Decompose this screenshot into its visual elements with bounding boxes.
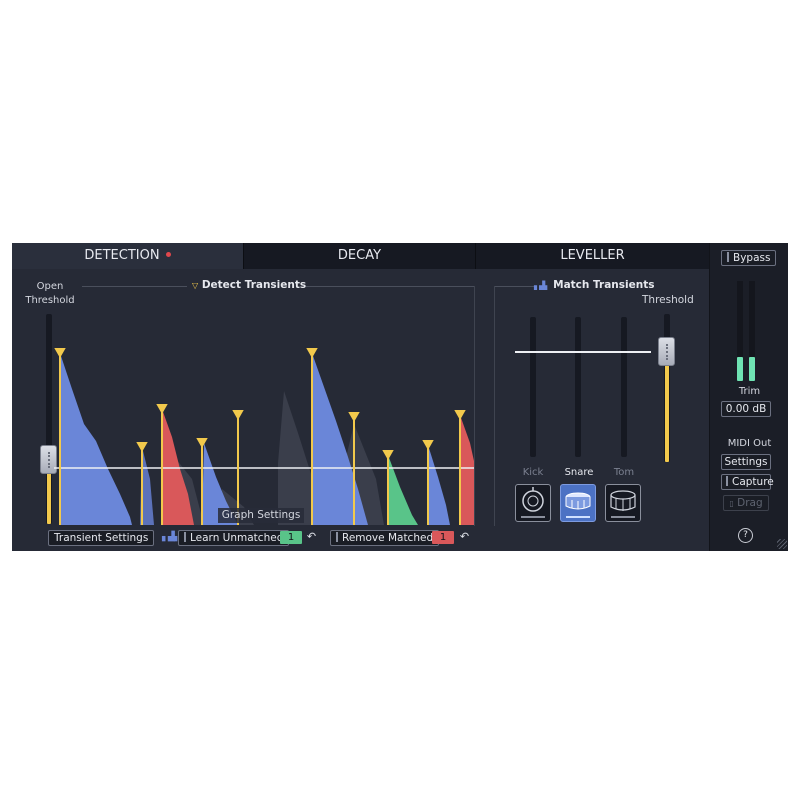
match-threshold-label: Threshold (642, 294, 694, 306)
transient-marker-icon (136, 442, 148, 453)
waveform-red-1 (162, 409, 194, 525)
tom-label: Tom (613, 467, 635, 478)
toggle-indicator-icon (184, 532, 186, 542)
open-threshold-label-line2: Threshold (25, 295, 75, 306)
transient-marker-icon (232, 410, 244, 421)
toggle-indicator-icon (336, 532, 338, 542)
plugin-window: DETECTION DECAY LEVELLER Open Threshold … (12, 243, 788, 551)
detection-panel: Open Threshold ▽ Detect Transients Graph… (12, 269, 709, 551)
transient-marker-icon (156, 404, 168, 415)
tom-match-meter (621, 317, 627, 457)
midi-out-label: MIDI Out (727, 438, 772, 449)
learn-undo-icon[interactable]: ↶ (305, 531, 318, 544)
learn-unmatched-count[interactable]: 1 (280, 531, 302, 544)
drag-button[interactable]: ▯ Drag (723, 495, 769, 511)
learn-unmatched-button[interactable]: Learn Unmatched (178, 530, 290, 546)
midi-settings-button[interactable]: Settings (721, 454, 771, 470)
transient-marker-icon (306, 348, 318, 359)
tom-button[interactable] (605, 484, 641, 522)
waveform-blue-1 (60, 353, 132, 525)
drag-label: Drag (737, 497, 763, 509)
tab-leveller[interactable]: LEVELLER (475, 243, 709, 269)
transient-marker-icon (54, 348, 66, 359)
remove-matched-label: Remove Matched (342, 532, 434, 544)
tab-bar: DETECTION DECAY LEVELLER (12, 243, 709, 269)
match-divider-left (494, 286, 534, 287)
snare-button[interactable] (560, 484, 596, 522)
trim-value-field[interactable]: 0.00 dB (721, 401, 771, 417)
tom-base-bar (611, 516, 635, 518)
learn-unmatched-label: Learn Unmatched (190, 532, 284, 544)
match-threshold-line[interactable] (515, 351, 651, 353)
detect-transients-label: Detect Transients (201, 279, 307, 291)
match-threshold-level-bar (665, 359, 669, 462)
remove-matched-count[interactable]: 1 (432, 531, 454, 544)
open-threshold-label-line1: Open (36, 281, 64, 292)
detect-divider-vertical (474, 286, 475, 526)
kick-base-bar (521, 516, 545, 518)
detect-divider-right (304, 286, 474, 287)
transient-marker-icon (382, 450, 394, 461)
match-divider-vertical (494, 286, 495, 526)
snare-match-meter (575, 317, 581, 457)
kick-label: Kick (522, 467, 544, 478)
transient-marker-icon: ▽ (192, 281, 199, 290)
tab-detection-label: DETECTION (84, 248, 160, 263)
remove-matched-button[interactable]: Remove Matched (330, 530, 440, 546)
snare-base-bar (566, 516, 590, 518)
tom-drum-icon (610, 490, 636, 511)
toggle-indicator-icon (727, 252, 729, 262)
waveform-green-1 (388, 455, 418, 525)
transient-marker-icon (422, 440, 434, 451)
snare-drum-icon (565, 492, 591, 510)
transient-marker-icon (196, 438, 208, 449)
transient-marker-icon (454, 410, 466, 421)
match-threshold-handle[interactable] (658, 337, 675, 366)
snare-label: Snare (564, 467, 594, 478)
resize-grip-icon[interactable] (777, 539, 787, 549)
kick-button[interactable] (515, 484, 551, 522)
output-meter-left-level (737, 357, 743, 381)
detect-divider-left (82, 286, 187, 287)
output-panel: Bypass Trim 0.00 dB MIDI Out Settings Ca… (709, 243, 788, 551)
tab-decay[interactable]: DECAY (243, 243, 475, 269)
tab-leveller-label: LEVELLER (560, 248, 625, 263)
bypass-label: Bypass (733, 252, 771, 264)
bypass-button[interactable]: Bypass (721, 250, 777, 266)
capture-label: Capture (732, 476, 774, 488)
match-transients-header: ▖▟▖ Match Transients (534, 279, 655, 291)
remove-undo-icon[interactable]: ↶ (458, 531, 471, 544)
trim-label: Trim (738, 386, 761, 397)
graph-settings-button[interactable]: Graph Settings (218, 508, 304, 523)
tab-detection[interactable]: DETECTION (12, 243, 243, 269)
transient-settings-button[interactable]: Transient Settings (48, 530, 155, 546)
kick-match-meter (530, 317, 536, 457)
file-icon: ▯ (729, 499, 734, 508)
match-transients-label: Match Transients (553, 279, 655, 291)
output-meter-right-level (749, 357, 755, 381)
kick-drum-icon (522, 487, 544, 512)
detect-transients-header: ▽ Detect Transients (192, 279, 306, 291)
waveform-blue-5 (428, 445, 450, 525)
tab-decay-label: DECAY (337, 248, 382, 263)
transient-graph[interactable] (54, 329, 474, 525)
waveform-red-2 (460, 415, 474, 525)
active-dot-icon (165, 252, 171, 257)
spectrum-icon: ▖▟▖ (534, 281, 551, 290)
help-button[interactable]: ? (738, 528, 753, 543)
transient-marker-icon (348, 412, 360, 423)
toggle-indicator-icon (726, 476, 728, 486)
capture-button[interactable]: Capture (721, 474, 774, 490)
